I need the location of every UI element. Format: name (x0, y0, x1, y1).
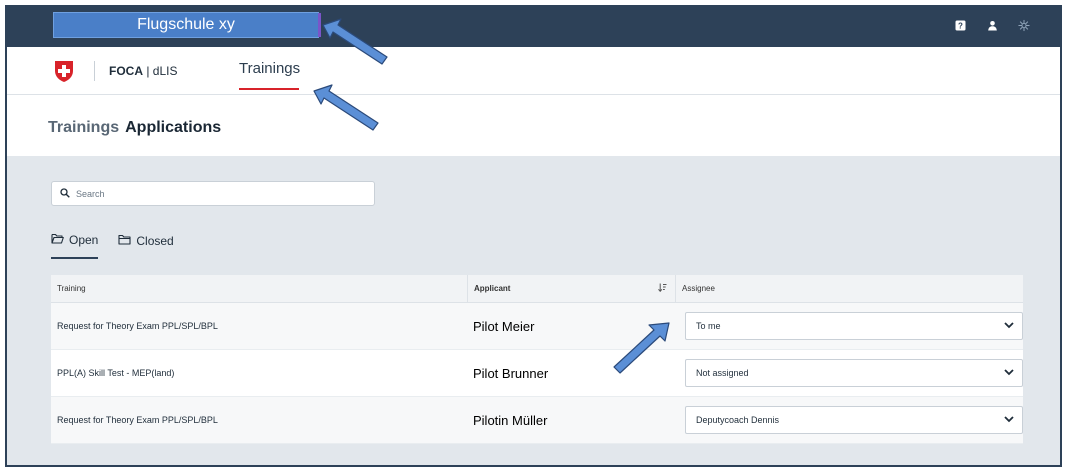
assignee-cell: Not assigned (675, 350, 1023, 396)
assignee-select-value: To me (696, 321, 721, 331)
theme-icon[interactable] (1018, 19, 1030, 31)
brand-suffix: | dLIS (143, 64, 178, 78)
training-cell: Request for Theory Exam PPL/SPL/BPL (57, 321, 218, 331)
assignee-cell: To me (675, 303, 1023, 349)
tab-closed-label: Closed (136, 234, 174, 248)
page-header: Trainings Applications (7, 95, 1060, 156)
folder-open-icon (51, 233, 64, 247)
column-header-applicant-label: Applicant (474, 284, 511, 293)
top-bar-icons: ? (954, 19, 1030, 31)
tab-closed[interactable]: Closed (118, 233, 174, 259)
column-header-training: Training (57, 284, 86, 293)
status-tabs: Open Closed (51, 233, 174, 259)
assignee-select[interactable]: Deputycoach Dennis (685, 406, 1023, 434)
table-header: Training Applicant Assignee (51, 275, 1023, 303)
chevron-down-icon (1004, 368, 1014, 378)
training-cell: Request for Theory Exam PPL/SPL/BPL (57, 415, 218, 425)
folder-icon (118, 234, 131, 248)
assignee-select[interactable]: Not assigned (685, 359, 1023, 387)
table-row[interactable]: PPL(A) Skill Test - MEP(land) Pilot Brun… (51, 350, 1023, 397)
search-icon (60, 185, 70, 203)
top-bar: Flugschule xy ? (7, 7, 1060, 47)
user-icon[interactable] (986, 19, 998, 31)
nav-tab-trainings[interactable]: Trainings (239, 60, 300, 90)
assignee-select-value: Not assigned (696, 368, 749, 378)
tab-open-label: Open (69, 233, 99, 247)
help-icon[interactable]: ? (954, 19, 966, 31)
applicant-cell: Pilotin Müller (473, 412, 548, 428)
brand-label: FOCA | dLIS (109, 64, 177, 78)
column-header-applicant[interactable]: Applicant (467, 275, 675, 302)
assignee-select[interactable]: To me (685, 312, 1023, 340)
chevron-down-icon (1004, 321, 1014, 331)
sort-icon[interactable] (658, 283, 667, 294)
annotation-arrow-icon (322, 18, 388, 65)
annotation-arrow-icon (313, 84, 379, 131)
training-cell: PPL(A) Skill Test - MEP(land) (57, 368, 175, 378)
assignee-select-value: Deputycoach Dennis (696, 415, 780, 425)
assignee-cell: Deputycoach Dennis (675, 397, 1023, 443)
search-box[interactable] (51, 181, 375, 206)
annotation-arrow-icon (613, 322, 670, 374)
tab-open[interactable]: Open (51, 233, 99, 259)
table-row[interactable]: Request for Theory Exam PPL/SPL/BPL Pilo… (51, 303, 1023, 350)
nav-divider (94, 61, 95, 81)
search-input[interactable] (76, 188, 356, 199)
table-row[interactable]: Request for Theory Exam PPL/SPL/BPL Pilo… (51, 397, 1023, 444)
breadcrumb-parent[interactable]: Trainings (48, 119, 119, 136)
column-header-assignee: Assignee (675, 275, 1023, 302)
nav-bar: FOCA | dLIS Trainings (7, 47, 1060, 95)
chevron-down-icon (1004, 415, 1014, 425)
organization-label: Flugschule xy (53, 12, 321, 38)
swiss-shield-icon (53, 59, 75, 88)
applications-table: Training Applicant Assignee Request for … (51, 275, 1023, 444)
app-frame: Flugschule xy ? FOCA | dLIS Trainings Tr… (5, 5, 1062, 467)
brand-name: FOCA (109, 64, 143, 78)
table-body: Request for Theory Exam PPL/SPL/BPL Pilo… (51, 303, 1023, 444)
page-title: Applications (125, 119, 222, 136)
breadcrumb: Trainings Applications (48, 119, 221, 137)
svg-text:?: ? (958, 21, 963, 30)
